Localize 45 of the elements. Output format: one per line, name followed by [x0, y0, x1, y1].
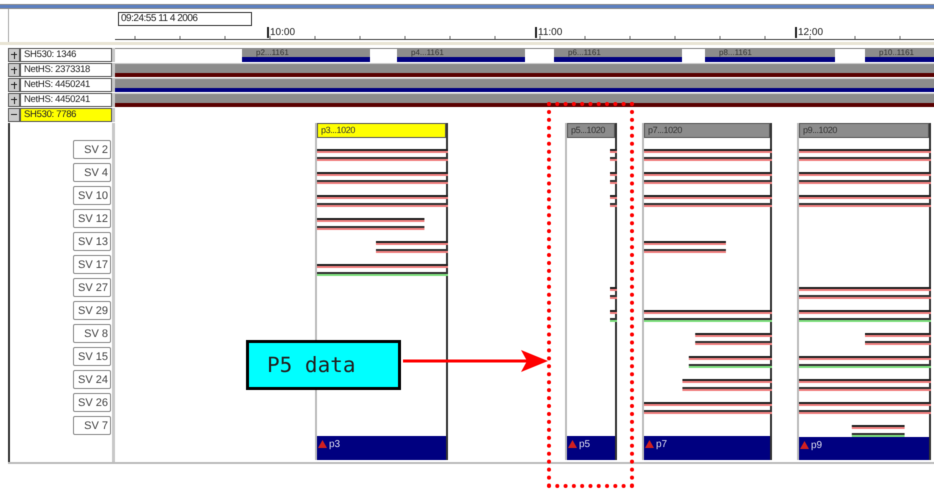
panel-header[interactable]: p3...1020 [317, 123, 446, 138]
time-label: 12:00 [795, 27, 824, 38]
track-segment[interactable]: p8...1161 [705, 49, 835, 62]
callout-label: P5 data [246, 340, 401, 390]
expand-icon[interactable] [8, 78, 20, 92]
panel-label: p5 [579, 439, 590, 451]
channel-button[interactable]: SV 24 [73, 370, 111, 389]
channel-button[interactable]: SV 2 [73, 140, 111, 159]
warning-icon [318, 440, 327, 448]
channel-button[interactable]: SV 12 [73, 209, 111, 228]
channel-button[interactable]: SV 8 [73, 324, 111, 343]
track-segment[interactable]: p4...1161 [397, 49, 525, 62]
channel-button[interactable]: SV 15 [73, 347, 111, 366]
time-label: 10:00 [267, 27, 296, 38]
panel-header[interactable]: p9...1020 [799, 123, 929, 138]
channel-button[interactable]: SV 26 [73, 393, 111, 412]
panel-label: p9 [811, 440, 822, 452]
warning-icon [568, 440, 577, 448]
channel-button[interactable]: SV 10 [73, 186, 111, 205]
warning-icon [800, 440, 809, 449]
group-label[interactable]: NetHS: 4450241 [20, 93, 112, 107]
track-segment[interactable]: p6...1161 [554, 49, 682, 62]
channel-button[interactable]: SV 27 [73, 278, 111, 297]
group-label[interactable]: SH530: 7786 [20, 108, 112, 122]
expand-icon[interactable] [8, 63, 20, 77]
collapse-icon[interactable] [8, 108, 20, 122]
channel-button[interactable]: SV 13 [73, 232, 111, 251]
panel-header[interactable]: p5...1020 [567, 123, 615, 138]
timestamp-field: 09:24:55 11 4 2006 [118, 12, 252, 26]
channel-button[interactable]: SV 17 [73, 255, 111, 274]
channel-button[interactable]: SV 4 [73, 163, 111, 182]
time-label: 11:00 [535, 27, 562, 38]
channel-button[interactable]: SV 7 [73, 416, 111, 435]
channel-button[interactable]: SV 29 [73, 301, 111, 320]
expand-icon[interactable] [8, 48, 20, 62]
track-segment[interactable]: p2...1161 [242, 49, 370, 62]
panel-label: p7 [656, 439, 668, 451]
warning-icon [645, 440, 654, 448]
group-label[interactable]: NetHS: 2373318 [20, 63, 112, 77]
group-label[interactable]: SH530: 1346 [20, 48, 112, 62]
expand-icon[interactable] [8, 93, 20, 107]
panel-label: p3 [329, 439, 340, 451]
group-label[interactable]: NetHS: 4450241 [20, 78, 112, 92]
track-segment[interactable]: p10..1161 [865, 49, 934, 62]
panel-header[interactable]: p7...1020 [644, 123, 770, 138]
